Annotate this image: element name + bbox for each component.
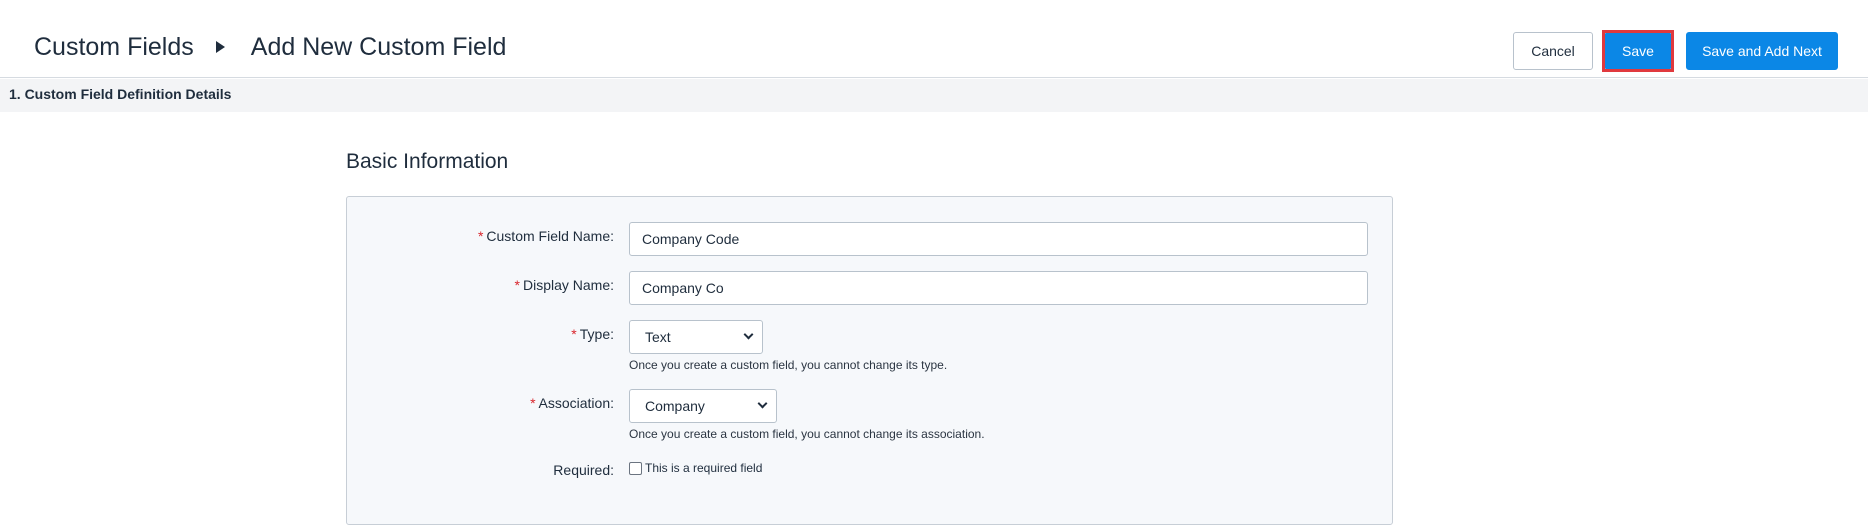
basic-information-title: Basic Information — [346, 150, 509, 173]
save-and-add-next-button[interactable]: Save and Add Next — [1686, 32, 1838, 70]
breadcrumb-custom-fields[interactable]: Custom Fields — [34, 30, 194, 64]
required-asterisk: * — [571, 326, 577, 342]
breadcrumb-separator-icon — [215, 41, 225, 53]
page-title: Add New Custom Field — [250, 33, 507, 61]
save-button-highlight: Save — [1602, 30, 1674, 72]
required-asterisk: * — [530, 395, 536, 411]
display-name-input[interactable] — [629, 271, 1368, 305]
required-asterisk: * — [477, 228, 484, 244]
required-label: Required: — [553, 462, 614, 478]
save-button[interactable]: Save — [1605, 33, 1671, 69]
required-asterisk: * — [514, 277, 520, 293]
association-select-value: Company — [645, 398, 705, 414]
display-name-label: * Display Name: — [514, 277, 614, 293]
custom-field-name-label: * Custom Field Name: — [477, 228, 614, 244]
breadcrumb: Custom Fields Add New Custom Field — [34, 30, 506, 64]
required-checkbox-label[interactable]: This is a required field — [645, 461, 762, 475]
association-select[interactable]: Company — [629, 389, 777, 423]
required-checkbox[interactable] — [629, 461, 642, 475]
chevron-down-icon — [757, 398, 768, 409]
type-select[interactable]: Text — [629, 320, 763, 354]
chevron-down-icon — [743, 329, 754, 340]
type-help-text: Once you create a custom field, you cann… — [629, 358, 948, 372]
association-label: * Association: — [530, 395, 614, 411]
basic-information-panel: *Custom Field Name: *Display Name: *Type… — [346, 196, 1393, 525]
custom-field-name-input[interactable] — [629, 222, 1368, 256]
required-checkbox-row[interactable]: This is a required field — [629, 461, 762, 475]
association-help-text: Once you create a custom field, you cann… — [629, 427, 985, 441]
header-actions: Cancel Save Save and Add Next — [1513, 30, 1838, 72]
cancel-button[interactable]: Cancel — [1513, 32, 1593, 70]
type-label: * Type: — [571, 326, 614, 342]
type-select-value: Text — [645, 329, 671, 345]
page-header: Custom Fields Add New Custom Field Cance… — [0, 0, 1868, 78]
section-header: 1. Custom Field Definition Details — [0, 79, 1868, 112]
